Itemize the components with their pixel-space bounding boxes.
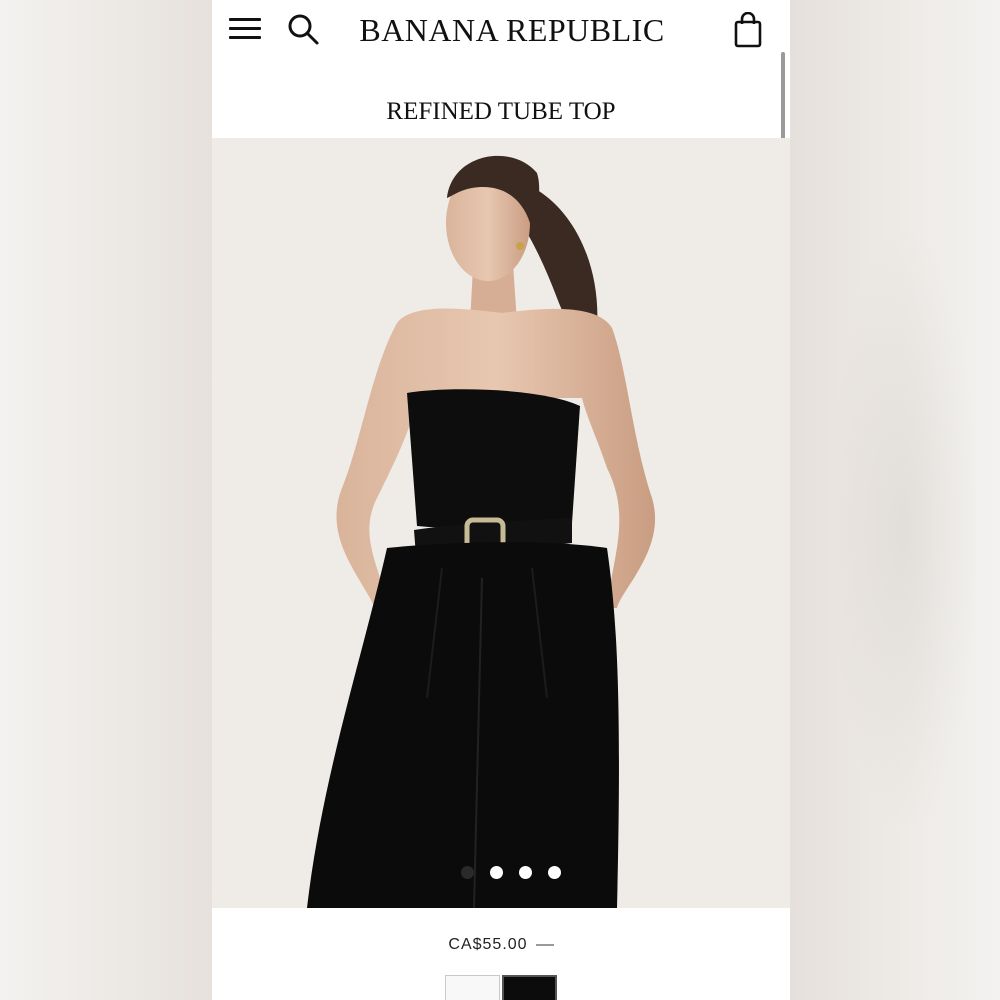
- blurred-backdrop-left: [0, 0, 212, 1000]
- model-photo: [307, 155, 656, 908]
- color-swatch-white[interactable]: [445, 975, 500, 1000]
- product-title: REFINED TUBE TOP: [386, 98, 616, 125]
- carousel-dot[interactable]: [461, 866, 474, 879]
- product-image[interactable]: [212, 138, 790, 908]
- search-icon[interactable]: [286, 12, 320, 46]
- carousel-dots: [212, 866, 790, 880]
- shopping-bag-icon[interactable]: [732, 11, 764, 48]
- product-price: CA$55.00: [448, 936, 528, 953]
- phone-screen: BANANA REPUBLIC REFINED TUBE TOP CA$55.0…: [212, 0, 790, 1000]
- color-swatch-black[interactable]: [502, 975, 557, 1000]
- carousel-dot[interactable]: [519, 866, 532, 879]
- price-row: CA$55.00: [212, 936, 790, 960]
- blurred-backdrop-right: [790, 0, 1000, 1000]
- carousel-dot[interactable]: [490, 866, 503, 879]
- price-separator-dash: [535, 943, 554, 946]
- hamburger-menu-icon[interactable]: [229, 16, 261, 42]
- brand-logo[interactable]: BANANA REPUBLIC: [342, 10, 682, 50]
- site-header: BANANA REPUBLIC: [212, 0, 790, 60]
- carousel-dot[interactable]: [548, 866, 561, 879]
